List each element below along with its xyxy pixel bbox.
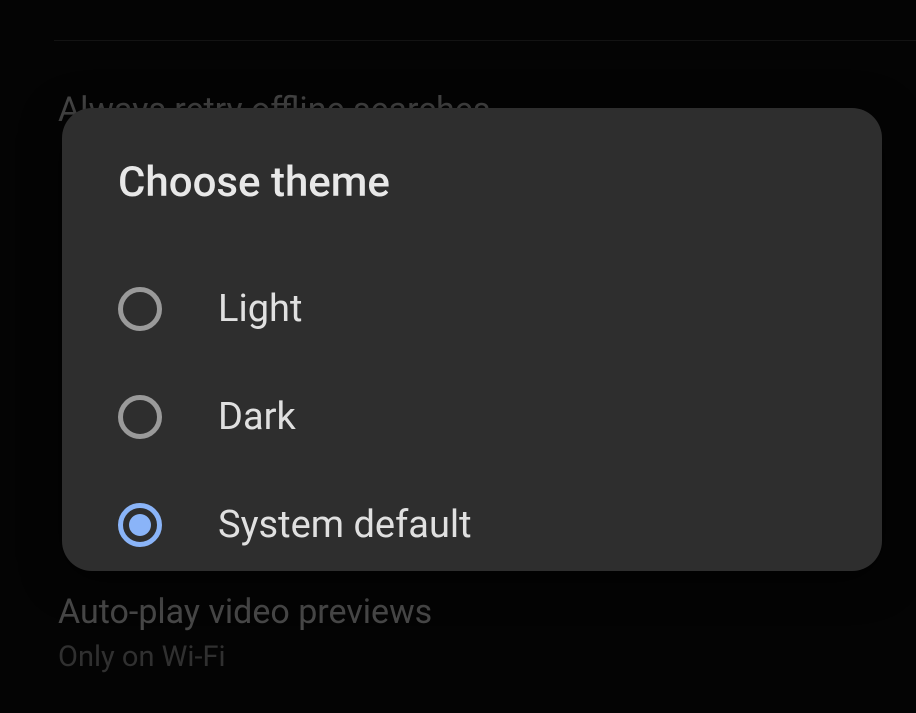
radio-unselected-icon xyxy=(118,395,162,439)
radio-dot xyxy=(129,514,151,536)
radio-selected-icon xyxy=(118,503,162,547)
option-label: Dark xyxy=(218,395,296,439)
option-label: System default xyxy=(218,503,472,547)
option-label: Light xyxy=(218,287,302,331)
theme-option-dark[interactable]: Dark xyxy=(118,363,826,471)
dialog-title: Choose theme xyxy=(118,158,826,207)
theme-option-system-default[interactable]: System default xyxy=(118,471,826,579)
theme-option-light[interactable]: Light xyxy=(118,255,826,363)
radio-unselected-icon xyxy=(118,287,162,331)
choose-theme-dialog: Choose theme Light Dark System default xyxy=(62,108,882,571)
